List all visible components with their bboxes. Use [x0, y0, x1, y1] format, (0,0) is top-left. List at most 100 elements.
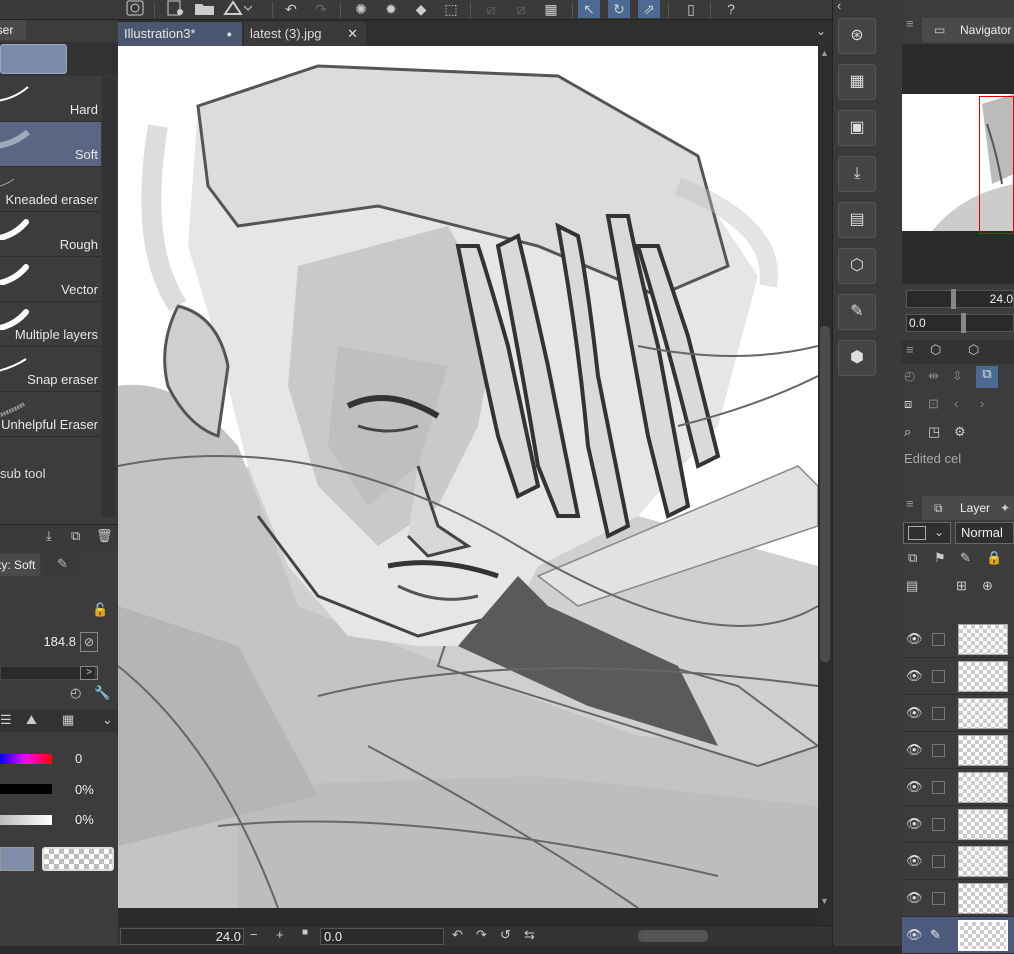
layer-row[interactable]: 👁: [902, 658, 1014, 695]
hue-value[interactable]: 0: [75, 751, 82, 766]
size-reset-icon[interactable]: ⊘: [80, 632, 98, 652]
subtool-rough[interactable]: Rough: [0, 212, 101, 257]
redo-icon[interactable]: ↷: [310, 0, 332, 18]
fill-icon[interactable]: ◆: [410, 0, 432, 18]
slider-knob[interactable]: [961, 313, 966, 333]
canvas-drawing[interactable]: [118, 46, 818, 908]
layer-row[interactable]: 👁: [902, 843, 1014, 880]
flip-horizontal-icon[interactable]: ⇹: [928, 368, 939, 384]
subtool-scrollbar[interactable]: [102, 77, 116, 517]
next-icon[interactable]: >: [80, 666, 98, 680]
layer-thumbnail[interactable]: [958, 920, 1008, 951]
navigator-icon[interactable]: ⊛: [838, 18, 876, 54]
clear-icon[interactable]: ⧄: [510, 0, 532, 18]
subtool-kneaded-eraser[interactable]: Kneaded eraser: [0, 167, 101, 212]
transform-icon[interactable]: ✹: [380, 0, 402, 18]
layer-row[interactable]: 👁: [902, 621, 1014, 658]
material-3d-icon[interactable]: ⬡: [838, 248, 876, 284]
layer-select-checkbox[interactable]: [932, 670, 945, 683]
search-icon[interactable]: ⌕: [904, 424, 911, 440]
layer-thumbnail[interactable]: [958, 698, 1008, 729]
visibility-eye-icon[interactable]: 👁: [906, 853, 923, 869]
saturation-value[interactable]: 0%: [75, 782, 94, 797]
visibility-eye-icon[interactable]: 👁: [906, 816, 923, 832]
capture-icon[interactable]: ⧈: [904, 396, 912, 412]
selection-icon[interactable]: ⬚: [440, 0, 462, 18]
subtool-unhelpful-eraser[interactable]: Unhelpful Eraser: [0, 392, 101, 437]
visibility-eye-icon[interactable]: 👁: [906, 927, 923, 943]
next-icon[interactable]: ›: [980, 396, 984, 411]
material-image-icon[interactable]: ▣: [838, 110, 876, 146]
layer-thumbnail[interactable]: [958, 883, 1008, 914]
person-icon[interactable]: ✦: [1000, 496, 1010, 520]
loading-icon[interactable]: ✺: [350, 0, 372, 18]
subtool-hard[interactable]: Hard: [0, 77, 101, 122]
layer-select-checkbox[interactable]: [932, 781, 945, 794]
visibility-eye-icon[interactable]: 👁: [906, 705, 923, 721]
transparent-color-swatch[interactable]: [42, 847, 114, 871]
new-icon[interactable]: [164, 0, 186, 18]
slider-knob[interactable]: [951, 289, 956, 309]
zoom-field[interactable]: 24.0: [120, 928, 244, 945]
horizontal-scroll-thumb[interactable]: [638, 930, 708, 942]
subtool-snap-eraser[interactable]: Snap eraser: [0, 347, 101, 392]
chevron-down-icon[interactable]: ⌄: [816, 24, 826, 38]
navigator-viewport-frame[interactable]: [979, 96, 1014, 234]
color-wheel-tab-icon[interactable]: ☰: [0, 712, 12, 728]
layer-row[interactable]: 👁: [902, 880, 1014, 917]
subtool-vector[interactable]: Vector: [0, 257, 101, 302]
doc-tab-illustration3[interactable]: Illustration3* ●: [118, 22, 242, 46]
scroll-down-icon[interactable]: ▼: [820, 896, 829, 906]
layer-row[interactable]: 👁: [902, 806, 1014, 843]
visibility-eye-icon[interactable]: 👁: [906, 890, 923, 906]
zoom-in-icon[interactable]: +: [276, 927, 284, 942]
material-download-icon[interactable]: ⤓: [838, 156, 876, 192]
layer-search-tab-icon[interactable]: ⬡: [968, 342, 979, 358]
navigator-zoom-slider[interactable]: 24.0: [906, 289, 1014, 309]
duplicate-icon[interactable]: ⧉: [71, 528, 80, 544]
grid-icon[interactable]: ▦: [540, 0, 562, 18]
visibility-eye-icon[interactable]: 👁: [906, 668, 923, 684]
previous-icon[interactable]: ‹: [954, 396, 958, 411]
fit-icon[interactable]: ■: [302, 927, 308, 938]
edit-target-pen-icon[interactable]: ✎: [930, 927, 941, 943]
timer-icon[interactable]: ◴: [904, 368, 915, 384]
zoom-out-icon[interactable]: −: [250, 927, 258, 942]
layer-select-checkbox[interactable]: [932, 707, 945, 720]
wrench-icon[interactable]: 🔧: [94, 685, 110, 701]
layer-select-checkbox[interactable]: [932, 892, 945, 905]
clip-icon[interactable]: ⧉: [908, 550, 917, 566]
subtool-multiple-layers[interactable]: Multiple layers: [0, 302, 101, 347]
layer-thumbnail[interactable]: [958, 846, 1008, 877]
new-vector-layer-icon[interactable]: ⊕: [982, 578, 993, 594]
layer-thumbnail[interactable]: [958, 735, 1008, 766]
add-subtool-label[interactable]: sub tool: [0, 466, 46, 481]
brightness-slider[interactable]: [0, 815, 52, 825]
material-object-icon[interactable]: ⬢: [838, 340, 876, 376]
drag-handle-icon[interactable]: ≡: [906, 342, 914, 357]
canvas-scroll-thumb[interactable]: [820, 326, 830, 662]
reference-icon[interactable]: ⚑: [934, 550, 946, 566]
new-raster-layer-icon[interactable]: ⊞: [956, 578, 967, 594]
doc-tab-latest[interactable]: latest (3).jpg ✕: [244, 22, 366, 46]
visibility-eye-icon[interactable]: 👁: [906, 779, 923, 795]
open-folder-icon[interactable]: [194, 0, 216, 18]
rotate-right-icon[interactable]: ↷: [476, 927, 487, 943]
layer-select-checkbox[interactable]: [932, 633, 945, 646]
brightness-value[interactable]: 0%: [75, 812, 94, 827]
material-edit-icon[interactable]: ✎: [838, 294, 876, 330]
brush-tab[interactable]: ✎: [43, 554, 81, 576]
draft-icon[interactable]: ✎: [960, 550, 971, 566]
layer-property-tab-icon[interactable]: ⬡: [930, 342, 941, 358]
undo-icon[interactable]: ↶: [280, 0, 302, 18]
deselect-icon[interactable]: ⧄: [480, 0, 502, 18]
reset-rotation-icon[interactable]: ↺: [500, 927, 511, 943]
lock-icon[interactable]: 🔒: [986, 550, 1002, 566]
angle-field[interactable]: 0.0: [320, 928, 444, 945]
visibility-eye-icon[interactable]: 👁: [906, 742, 923, 758]
mountain-icon[interactable]: ⛰: [26, 712, 37, 728]
lock-icon[interactable]: ⊡: [928, 396, 939, 412]
layer-color-selector[interactable]: ⌄: [903, 522, 951, 544]
close-icon[interactable]: ✕: [347, 22, 358, 46]
flip-vertical-icon[interactable]: ⇳: [952, 368, 963, 384]
